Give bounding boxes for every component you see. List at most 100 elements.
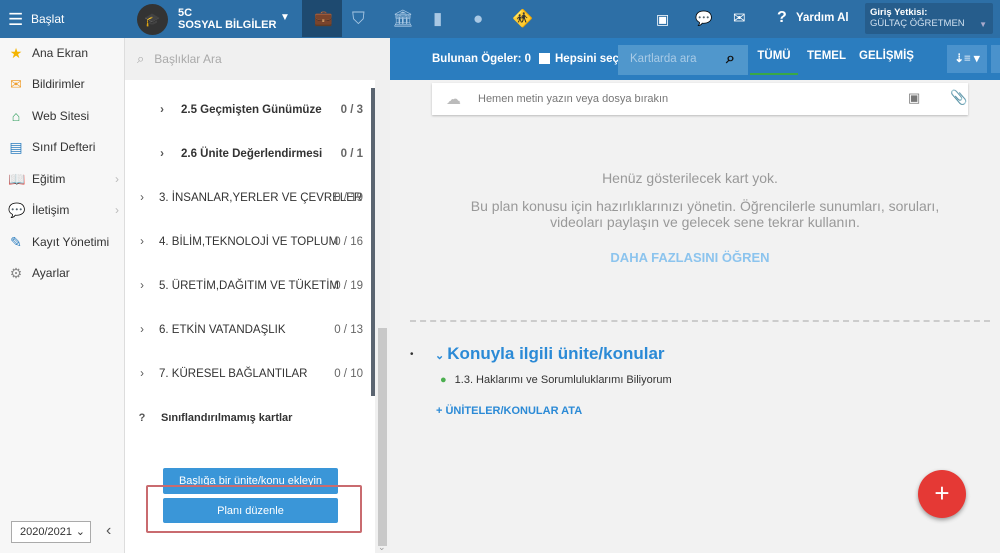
sort-button[interactable]: ⇣≡ ▾: [947, 45, 987, 73]
topic-row[interactable]: › 2.6 Ünite Değerlendirmesi 0 / 1: [125, 132, 375, 176]
chevron-down-icon: ⌄: [75, 526, 85, 538]
top-bar: ☰ Başlat 🎓 5C SOSYAL BİLGİLER ▼ 💼 ⛉ 🏛 ▮ …: [0, 0, 1000, 38]
assign-topics-link[interactable]: + ÜNİTELER/KONULAR ATA: [436, 405, 582, 417]
class-code: 5C: [178, 7, 193, 19]
chevron-down-icon: ⌄: [435, 350, 448, 362]
start-label[interactable]: Başlat: [31, 12, 64, 26]
tab-basic[interactable]: TEMEL: [807, 38, 846, 74]
learn-more-link[interactable]: DAHA FAZLASINI ÖĞREN: [410, 250, 970, 265]
tab-all[interactable]: TÜMÜ: [750, 38, 798, 75]
sidebar-item-label: Ayarlar: [32, 266, 70, 280]
select-all-checkbox[interactable]: [539, 53, 550, 64]
chevron-right-icon: ›: [115, 172, 119, 186]
help-link[interactable]: Yardım Al: [796, 12, 849, 24]
upload-cloud-icon: ☁: [446, 91, 461, 108]
chevron-right-icon: ›: [140, 280, 144, 292]
topics-panel: ⌕ Başlıklar Ara › 2.5 Geçmişten Günümüze 0 …: [125, 38, 390, 553]
topic-count: 0 / 3: [340, 104, 363, 116]
divider: [410, 320, 990, 322]
pen-icon: ✎: [10, 233, 22, 250]
sidebar-item-registration[interactable]: ✎ Kayıt Yönetimi: [0, 227, 125, 257]
help-icon[interactable]: ?: [777, 9, 787, 27]
sidebar-item-label: Sınıf Defteri: [32, 140, 96, 154]
chevron-down-icon: ▼: [979, 20, 987, 29]
topic-row[interactable]: › 7. KÜRESEL BAĞLANTILAR 0 / 10: [125, 352, 375, 396]
topic-title: 2.5 Geçmişten Günümüze: [181, 104, 322, 116]
tab-advanced[interactable]: GELİŞMİŞ: [859, 38, 914, 74]
sidebar-item-settings[interactable]: ⚙ Ayarlar: [0, 258, 125, 288]
topic-row[interactable]: › 3. İNSANLAR,YERLER VE ÇEVRELER 0 / 19: [125, 176, 375, 220]
image-icon[interactable]: ▣: [908, 90, 920, 106]
related-title-text: Konuyla ilgili ünite/konular: [447, 344, 665, 363]
role-label: Giriş Yetkisi:: [870, 7, 928, 18]
sidebar-item-home[interactable]: ★ Ana Ekran: [0, 38, 125, 68]
topic-row[interactable]: › 2.5 Geçmişten Günümüze 0 / 3: [125, 88, 375, 132]
sidebar-item-label: Web Sitesi: [32, 109, 90, 123]
search-icon: ⌕: [137, 51, 145, 66]
chart-icon[interactable]: ▮: [433, 9, 442, 29]
mail-icon: ✉: [10, 75, 22, 92]
card-search-input[interactable]: Kartlarda ara ⌕: [618, 45, 748, 75]
add-card-fab[interactable]: +: [918, 470, 966, 518]
composer-input[interactable]: ☁ Hemen metin yazın veya dosya bırakın ▣…: [432, 83, 968, 115]
sidebar-item-communication[interactable]: 💬 İletişim ›: [0, 195, 125, 225]
topic-count: 0 / 13: [334, 324, 363, 336]
topic-count: 0 / 16: [334, 236, 363, 248]
sidebar-item-classbook[interactable]: ▤ Sınıf Defteri: [0, 132, 125, 162]
mail-icon[interactable]: ✉: [733, 9, 746, 27]
question-icon: ?: [138, 412, 146, 424]
topic-title: 2.6 Ünite Değerlendirmesi: [181, 148, 323, 160]
grade-icon[interactable]: ●: [473, 9, 483, 29]
gear-icon: ⚙: [9, 264, 23, 281]
topic-row[interactable]: › 6. ETKİN VATANDAŞLIK 0 / 13: [125, 308, 375, 352]
unclassified-label: Sınıflandırılmamış kartlar: [161, 412, 293, 424]
user-menu[interactable]: Giriş Yetkisi: GÜLTAÇ ÖĞRETMEN ▼: [865, 3, 993, 34]
walk-icon[interactable]: 🚸: [512, 9, 533, 29]
topic-count: 0 / 10: [334, 368, 363, 380]
sidebar-item-label: Kayıt Yönetimi: [32, 235, 110, 249]
sidebar-item-website[interactable]: ⌂ Web Sitesi: [0, 101, 125, 131]
year-select[interactable]: 2020/2021 ⌄: [11, 521, 91, 543]
scrollbar[interactable]: ⌄: [375, 80, 390, 553]
briefcase-tab[interactable]: 💼: [302, 0, 342, 37]
chevron-right-icon: ›: [115, 203, 119, 217]
topic-search-input[interactable]: ⌕ Başlıklar Ara: [125, 38, 390, 80]
more-button[interactable]: [991, 45, 1000, 73]
edit-plan-button[interactable]: Planı düzenle: [163, 498, 338, 523]
topic-row[interactable]: › 5. ÜRETİM,DAĞITIM VE TÜKETİM 0 / 19: [125, 264, 375, 308]
chevron-right-icon: ›: [140, 236, 144, 248]
search-icon[interactable]: ⌕: [726, 50, 735, 68]
paperclip-icon[interactable]: 📎: [950, 89, 967, 106]
chevron-down-icon[interactable]: ⌄: [378, 542, 386, 553]
scrollbar-thumb[interactable]: [378, 328, 387, 546]
course-selector[interactable]: 5C SOSYAL BİLGİLER: [178, 7, 276, 31]
briefcase-icon: 💼: [314, 10, 333, 27]
course-name: SOSYAL BİLGİLER: [178, 19, 277, 31]
topic-title: 3. İNSANLAR,YERLER VE ÇEVRELER: [159, 192, 363, 204]
chat-icon: 💬: [8, 201, 26, 218]
sidebar-item-notifications[interactable]: ✉ Bildirimler: [0, 69, 125, 99]
menu-icon[interactable]: ☰: [8, 10, 23, 30]
collapse-sidebar-icon[interactable]: ‹: [106, 522, 111, 540]
select-all-label[interactable]: Hepsini seç: [555, 53, 619, 65]
unclassified-row[interactable]: ? Sınıflandırılmamış kartlar: [125, 396, 373, 440]
sidebar: ★ Ana Ekran ✉ Bildirimler ⌂ Web Sitesi ▤ Sın…: [0, 38, 125, 553]
chevron-right-icon: ›: [160, 104, 164, 116]
topic-title: 6. ETKİN VATANDAŞLIK: [159, 324, 286, 336]
topic-row[interactable]: › 4. BİLİM,TEKNOLOJİ VE TOPLUM 0 / 16: [125, 220, 375, 264]
bank-icon[interactable]: 🏛: [392, 9, 414, 29]
related-section-title[interactable]: ⌄ Konuyla ilgili ünite/konular: [435, 344, 665, 364]
sidebar-item-label: Bildirimler: [32, 77, 85, 91]
chevron-right-icon: ›: [140, 368, 144, 380]
empty-description: Bu plan konusu için hazırlıklarınızı yön…: [470, 198, 940, 230]
sidebar-item-education[interactable]: 📖 Eğitim ›: [0, 164, 125, 194]
related-item[interactable]: ● 1.3. Haklarımı ve Sorumluluklarımı Bili…: [440, 374, 672, 386]
topic-count: 0 / 1: [340, 148, 363, 160]
chevron-down-icon[interactable]: ▼: [280, 12, 290, 23]
sort-icon: ⇣≡ ▾: [954, 53, 980, 65]
cast-icon[interactable]: ▣: [656, 11, 669, 28]
home-icon: ⌂: [11, 108, 21, 124]
chevron-right-icon: ›: [140, 324, 144, 336]
chat-icon[interactable]: 💬: [695, 10, 712, 27]
shield-icon[interactable]: ⛉: [352, 9, 365, 29]
